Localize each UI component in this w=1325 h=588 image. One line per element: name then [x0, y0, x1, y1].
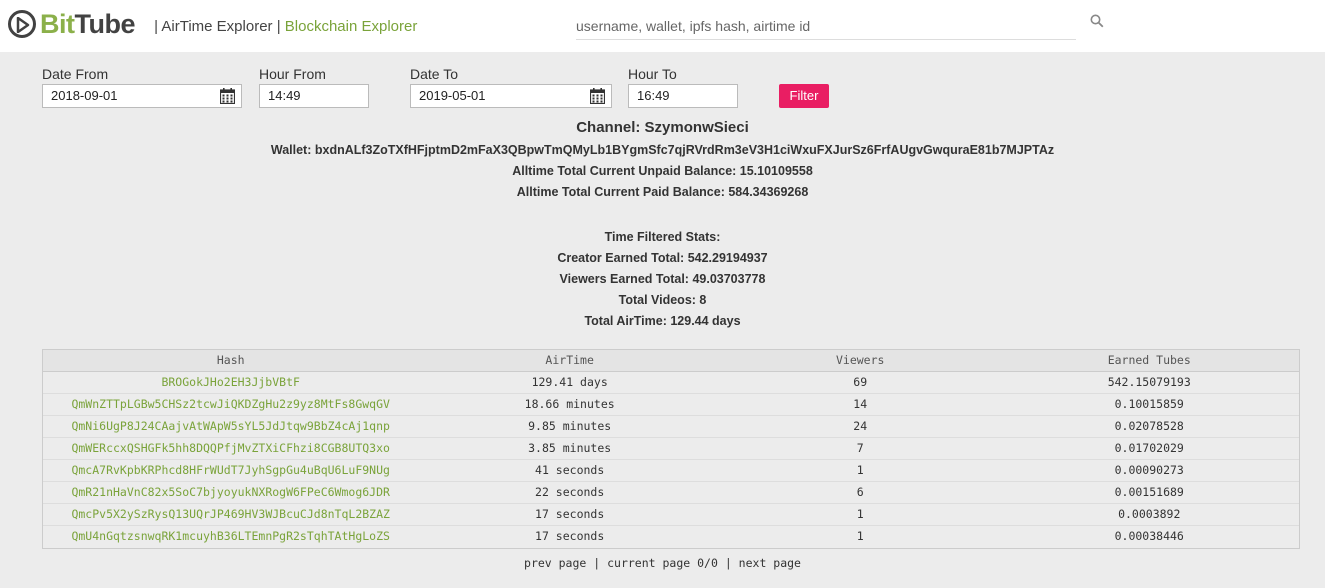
table-row: QmWERccxQSHGFk5hh8DQQPfjMvZTXiCFhzi8CGB8… [43, 438, 1299, 460]
pager-separator: | [586, 556, 608, 570]
videos-table: Hash AirTime Viewers Earned Tubes BROGok… [42, 349, 1300, 549]
nav-blockchain-explorer[interactable]: Blockchain Explorer [285, 18, 418, 35]
hash-link[interactable]: QmNi6UgP8J24CAajvAtWApW5sYL5JdJtqw9BbZ4c… [43, 416, 418, 437]
viewers-earned: Viewers Earned Total: 49.03703778 [559, 272, 766, 286]
next-page-link[interactable]: next page [739, 556, 801, 570]
stats-heading: Time Filtered Stats: [604, 230, 721, 244]
airtime-cell: 18.66 minutes [524, 397, 615, 411]
total-airtime: Total AirTime: 129.44 days [584, 314, 741, 328]
earned-cell: 0.02078528 [1114, 419, 1184, 433]
airtime-cell: 22 seconds [535, 485, 605, 499]
bittube-logo[interactable]: BitTube [8, 9, 135, 39]
filter-button[interactable]: Filter [779, 84, 829, 108]
top-nav: | AirTime Explorer | Blockchain Explorer [150, 17, 417, 37]
nav-separator: | [150, 18, 162, 35]
table-row: QmU4nGqtzsnwqRK1mcuyhB36LTEmnPgR2sTqhTAt… [43, 526, 1299, 548]
unpaid-balance: Alltime Total Current Unpaid Balance: 15… [512, 164, 813, 178]
nav-airtime-explorer[interactable]: AirTime Explorer [161, 18, 272, 35]
earned-cell: 0.00038446 [1114, 529, 1184, 543]
hour-from-value: 14:49 [268, 88, 301, 103]
airtime-cell: 17 seconds [535, 507, 605, 521]
viewers-cell: 24 [853, 419, 868, 433]
calendar-icon[interactable] [589, 88, 606, 111]
airtime-cell: 9.85 minutes [528, 419, 612, 433]
airtime-cell: 17 seconds [535, 529, 605, 543]
paid-balance: Alltime Total Current Paid Balance: 584.… [516, 185, 809, 199]
date-from-label: Date From [42, 66, 109, 82]
viewers-cell: 1 [856, 529, 864, 543]
logo-tube: Tube [74, 9, 136, 39]
play-circle-icon [8, 10, 36, 38]
date-from-value: 2018-09-01 [51, 88, 118, 103]
logo-bit: Bit [40, 9, 75, 39]
table-row: QmR21nHaVnC82x5SoC7bjyoyukNXRogW6FPeC6Wm… [43, 482, 1299, 504]
current-page-label: current page 0/0 [607, 556, 718, 570]
table-row: QmNi6UgP8J24CAajvAtWApW5sYL5JdJtqw9BbZ4c… [43, 416, 1299, 438]
date-to-field[interactable]: 2019-05-01 [410, 84, 612, 108]
prev-page-link[interactable]: prev page [524, 556, 586, 570]
hash-link[interactable]: QmU4nGqtzsnwqRK1mcuyhB36LTEmnPgR2sTqhTAt… [43, 526, 418, 548]
table-row: QmcPv5X2ySzRysQ13UQrJP469HV3WJBcuCJd8nTq… [43, 504, 1299, 526]
table-row: QmcA7RvKpbKRPhcd8HFrWUdT7JyhSgpGu4uBqU6L… [43, 460, 1299, 482]
table-row: QmWnZTTpLGBw5CHSz2tcwJiQKDZgHu2z9yz8MtFs… [43, 394, 1299, 416]
channel-title: Channel: SzymonwSieci [576, 119, 749, 136]
hash-link[interactable]: QmWnZTTpLGBw5CHSz2tcwJiQKDZgHu2z9yz8MtFs… [43, 394, 418, 415]
hour-from-field[interactable]: 14:49 [259, 84, 369, 108]
airtime-cell: 41 seconds [535, 463, 605, 477]
logo-text: BitTube [40, 9, 135, 39]
pager-separator: | [717, 556, 739, 570]
column-header-viewers[interactable]: Viewers [721, 350, 1000, 371]
viewers-cell: 6 [856, 485, 864, 499]
hash-link[interactable]: QmcPv5X2ySzRysQ13UQrJP469HV3WJBcuCJd8nTq… [43, 504, 418, 525]
total-videos: Total Videos: 8 [618, 293, 707, 307]
date-to-label: Date To [410, 66, 458, 82]
hash-link[interactable]: BROGokJHo2EH3JjbVBtF [43, 372, 418, 393]
table-row: BROGokJHo2EH3JjbVBtF 129.41 days 69 542.… [43, 372, 1299, 394]
hash-link[interactable]: QmWERccxQSHGFk5hh8DQQPfjMvZTXiCFhzi8CGB8… [43, 438, 418, 459]
viewers-cell: 1 [856, 507, 864, 521]
wallet-address: Wallet: bxdnALf3ZoTXfHFjptmD2mFaX3QBpwTm… [270, 143, 1055, 157]
viewers-cell: 69 [853, 375, 868, 389]
nav-separator: | [272, 18, 285, 35]
earned-cell: 0.00151689 [1114, 485, 1184, 499]
column-header-airtime[interactable]: AirTime [418, 350, 721, 371]
creator-earned: Creator Earned Total: 542.29194937 [557, 251, 768, 265]
earned-cell: 542.15079193 [1107, 375, 1191, 389]
date-from-field[interactable]: 2018-09-01 [42, 84, 242, 108]
earned-cell: 0.0003892 [1118, 507, 1181, 521]
airtime-cell: 129.41 days [531, 375, 608, 389]
viewers-cell: 1 [856, 463, 864, 477]
hour-from-label: Hour From [259, 66, 326, 82]
earned-cell: 0.01702029 [1114, 441, 1184, 455]
hash-link[interactable]: QmR21nHaVnC82x5SoC7bjyoyukNXRogW6FPeC6Wm… [43, 482, 418, 503]
date-to-value: 2019-05-01 [419, 88, 486, 103]
search-input[interactable] [576, 12, 1076, 40]
hash-link[interactable]: QmcA7RvKpbKRPhcd8HFrWUdT7JyhSgpGu4uBqU6L… [43, 460, 418, 481]
hour-to-value: 16:49 [637, 88, 670, 103]
table-header: Hash AirTime Viewers Earned Tubes [43, 350, 1299, 372]
search-icon[interactable] [1090, 14, 1104, 33]
hour-to-label: Hour To [628, 66, 677, 82]
column-header-hash[interactable]: Hash [43, 350, 418, 371]
top-bar: BitTube | AirTime Explorer | Blockchain … [0, 0, 1325, 52]
earned-cell: 0.00090273 [1114, 463, 1184, 477]
earned-cell: 0.10015859 [1114, 397, 1184, 411]
calendar-icon[interactable] [219, 88, 236, 111]
viewers-cell: 7 [856, 441, 864, 455]
viewers-cell: 14 [853, 397, 868, 411]
hour-to-field[interactable]: 16:49 [628, 84, 738, 108]
column-header-earned-tubes[interactable]: Earned Tubes [999, 350, 1299, 371]
pagination: prev page | current page 0/0 | next page [0, 556, 1325, 570]
airtime-cell: 3.85 minutes [528, 441, 612, 455]
